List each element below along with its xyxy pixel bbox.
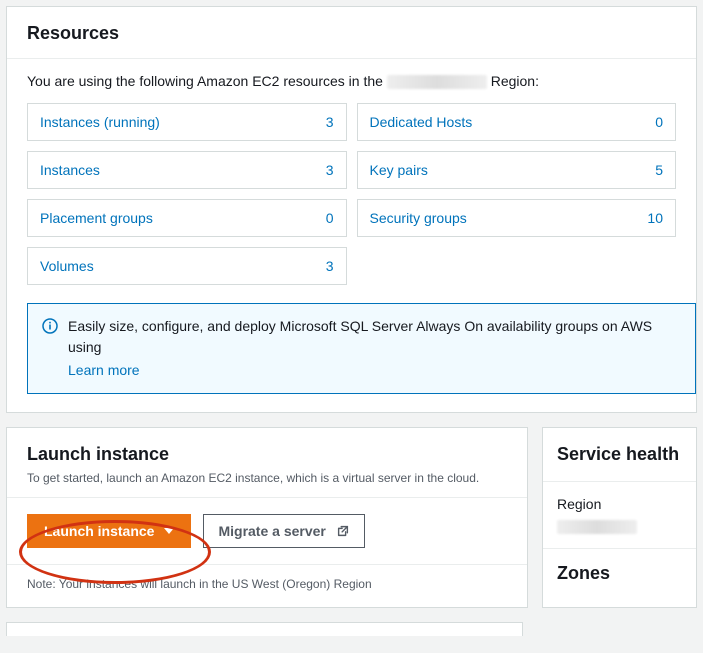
tile-label: Volumes <box>40 258 94 274</box>
launch-buttons: Launch instance Migrate a server <box>7 498 527 564</box>
chevron-down-icon <box>164 528 174 534</box>
resources-panel: Resources You are using the following Am… <box>6 6 697 413</box>
info-icon <box>42 318 58 334</box>
region-label: Region <box>557 496 682 512</box>
tile-security-groups[interactable]: Security groups 10 <box>357 199 677 237</box>
tile-label: Security groups <box>370 210 467 226</box>
service-health-panel: Service health Region Zones <box>542 427 697 608</box>
button-label: Migrate a server <box>218 523 325 539</box>
resources-title: Resources <box>7 7 696 58</box>
launch-instance-panel: Launch instance To get started, launch a… <box>6 427 528 608</box>
redacted-region <box>387 75 487 89</box>
panel-stub <box>6 622 523 636</box>
intro-suffix: Region: <box>491 73 539 89</box>
notice-text: Easily size, configure, and deploy Micro… <box>68 316 681 381</box>
service-health-body: Region <box>543 482 696 548</box>
button-label: Launch instance <box>44 523 154 539</box>
tile-label: Key pairs <box>370 162 428 178</box>
learn-more-link[interactable]: Learn more <box>68 360 681 381</box>
tile-label: Instances (running) <box>40 114 160 130</box>
launch-instance-button[interactable]: Launch instance <box>27 514 191 548</box>
tile-dedicated-hosts[interactable]: Dedicated Hosts 0 <box>357 103 677 141</box>
tile-label: Instances <box>40 162 100 178</box>
resources-intro: You are using the following Amazon EC2 r… <box>27 73 676 89</box>
migrate-server-button[interactable]: Migrate a server <box>203 514 364 548</box>
tile-instances[interactable]: Instances 3 <box>27 151 347 189</box>
tile-label: Placement groups <box>40 210 153 226</box>
tile-label: Dedicated Hosts <box>370 114 473 130</box>
launch-title: Launch instance <box>27 444 507 465</box>
tile-instances-running[interactable]: Instances (running) 3 <box>27 103 347 141</box>
tile-placement-groups[interactable]: Placement groups 0 <box>27 199 347 237</box>
tile-count: 0 <box>655 114 663 130</box>
zones-title: Zones <box>543 549 696 598</box>
tile-count: 3 <box>326 114 334 130</box>
notice-message: Easily size, configure, and deploy Micro… <box>68 318 652 355</box>
info-notice: Easily size, configure, and deploy Micro… <box>27 303 696 394</box>
tile-count: 10 <box>647 210 663 226</box>
launch-header: Launch instance To get started, launch a… <box>7 428 527 497</box>
resource-tiles: Instances (running) 3 Dedicated Hosts 0 … <box>27 103 676 285</box>
service-health-title: Service health <box>543 428 696 481</box>
redacted-region-value <box>557 520 637 534</box>
tile-count: 3 <box>326 162 334 178</box>
tile-volumes[interactable]: Volumes 3 <box>27 247 347 285</box>
tile-count: 0 <box>326 210 334 226</box>
intro-prefix: You are using the following Amazon EC2 r… <box>27 73 383 89</box>
tile-count: 3 <box>326 258 334 274</box>
external-link-icon <box>336 524 350 538</box>
second-row: Launch instance To get started, launch a… <box>6 427 697 608</box>
tile-count: 5 <box>655 162 663 178</box>
resources-body: You are using the following Amazon EC2 r… <box>7 59 696 412</box>
launch-note: Note: Your instances will launch in the … <box>7 565 527 607</box>
tile-key-pairs[interactable]: Key pairs 5 <box>357 151 677 189</box>
launch-subtitle: To get started, launch an Amazon EC2 ins… <box>27 471 507 485</box>
